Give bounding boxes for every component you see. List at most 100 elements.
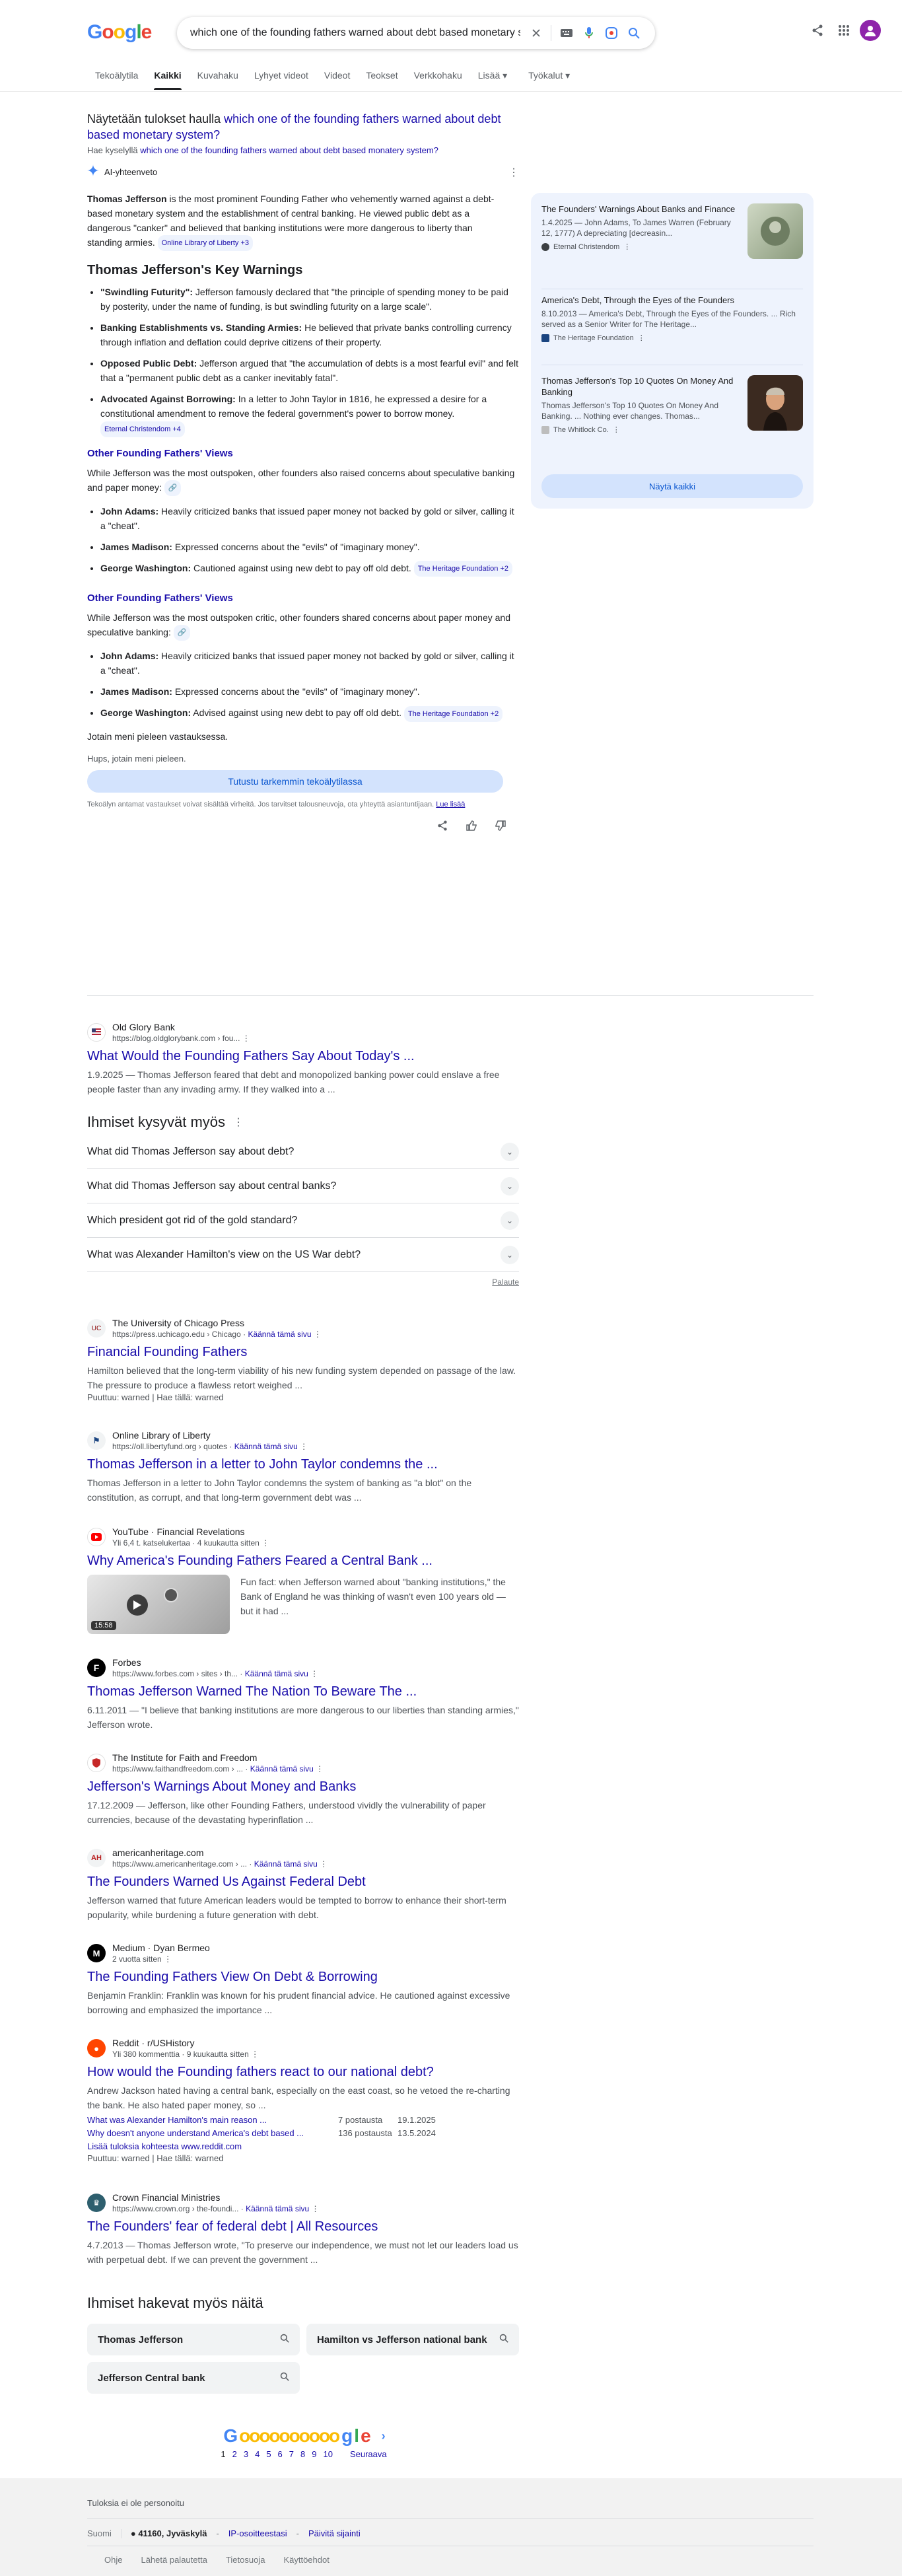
- video-thumbnail[interactable]: 15:58: [87, 1575, 230, 1634]
- ip-address-link[interactable]: IP-osoitteestasi: [228, 2528, 287, 2538]
- result-title[interactable]: How would the Founding fathers react to …: [87, 2063, 519, 2081]
- page-number[interactable]: 9: [312, 2449, 316, 2459]
- sub-result-row[interactable]: Why doesn't anyone understand America's …: [87, 2127, 519, 2140]
- result-site[interactable]: Old Glory Bank https://blog.oldglorybank.…: [87, 1021, 519, 1044]
- result-title[interactable]: Why America's Founding Fathers Feared a …: [87, 1552, 519, 1569]
- more-icon[interactable]: ⋮: [316, 1764, 324, 1773]
- result-site[interactable]: AH americanheritage.com https://www.ameri…: [87, 1847, 519, 1869]
- result-title[interactable]: The Founders' fear of federal debt | All…: [87, 2218, 519, 2235]
- send-feedback-link[interactable]: Lähetä palautetta: [141, 2555, 207, 2565]
- source-card[interactable]: The Founders' Warnings About Banks and F…: [541, 203, 803, 285]
- show-all-button[interactable]: Näytä kaikki: [541, 474, 803, 498]
- result-title[interactable]: The Founding Fathers View On Debt & Borr…: [87, 1968, 519, 1986]
- result-site[interactable]: ♛ Crown Financial Ministries https://www.…: [87, 2192, 519, 2214]
- tab-more[interactable]: Lisää ▾: [470, 66, 515, 90]
- more-icon[interactable]: ⋮: [638, 334, 645, 342]
- keyboard-icon[interactable]: [559, 25, 574, 41]
- play-icon[interactable]: [127, 1594, 148, 1616]
- translate-link[interactable]: Käännä tämä sivu: [246, 2204, 309, 2213]
- more-icon[interactable]: ⋮: [314, 1330, 322, 1339]
- tab-all[interactable]: Kaikki: [146, 66, 189, 90]
- source-card[interactable]: Thomas Jefferson's Top 10 Quotes On Mone…: [541, 375, 803, 454]
- sub-result-link[interactable]: What was Alexander Hamilton's main reaso…: [87, 2114, 338, 2127]
- tab-images[interactable]: Kuvahaku: [190, 66, 246, 90]
- paa-question[interactable]: What did Thomas Jefferson say about debt…: [87, 1135, 519, 1169]
- translate-link[interactable]: Käännä tämä sivu: [250, 1764, 314, 1773]
- result-site[interactable]: The Institute for Faith and Freedom https…: [87, 1752, 519, 1774]
- translate-link[interactable]: Käännä tämä sivu: [248, 1330, 311, 1339]
- update-location-link[interactable]: Päivitä sijainti: [308, 2528, 361, 2538]
- page-number[interactable]: 6: [278, 2449, 283, 2459]
- page-number[interactable]: 10: [323, 2449, 332, 2459]
- related-search-chip[interactable]: Hamilton vs Jefferson national bank: [306, 2324, 519, 2355]
- result-title[interactable]: What Would the Founding Fathers Say Abou…: [87, 1048, 519, 1065]
- more-icon[interactable]: ⋮: [613, 425, 620, 434]
- more-icon[interactable]: ⋮: [320, 1859, 328, 1869]
- share-icon[interactable]: [810, 22, 825, 38]
- tab-tools[interactable]: Työkalut ▾: [520, 66, 578, 90]
- result-site[interactable]: ● Reddit · r/USHistory Yli 380 kommenttia…: [87, 2037, 519, 2059]
- tab-ai-mode[interactable]: Tekoälytila: [87, 66, 146, 90]
- more-icon[interactable]: ⋮: [251, 2050, 259, 2059]
- paa-question[interactable]: What was Alexander Hamilton's view on th…: [87, 1238, 519, 1272]
- share-icon[interactable]: [437, 820, 448, 834]
- source-chip[interactable]: The Heritage Foundation +2: [413, 561, 512, 577]
- more-icon[interactable]: ⋮: [261, 1538, 269, 1548]
- link-icon[interactable]: 🔗: [164, 480, 182, 496]
- avatar[interactable]: [860, 20, 881, 41]
- more-icon[interactable]: ⋮: [300, 1442, 308, 1451]
- thumbs-up-icon[interactable]: [466, 820, 477, 834]
- search-input[interactable]: [190, 25, 520, 41]
- paa-question[interactable]: Which president got rid of the gold stan…: [87, 1203, 519, 1238]
- translate-link[interactable]: Käännä tämä sivu: [234, 1442, 298, 1451]
- privacy-link[interactable]: Tietosuoja: [226, 2555, 265, 2565]
- search-box[interactable]: [177, 17, 655, 49]
- search-icon[interactable]: [626, 25, 642, 41]
- page-number[interactable]: 3: [244, 2449, 248, 2459]
- source-card[interactable]: America's Debt, Through the Eyes of the …: [541, 295, 803, 361]
- more-results-link[interactable]: Lisää tuloksia kohteesta www.reddit.com: [87, 2141, 242, 2151]
- source-chip[interactable]: The Heritage Foundation +2: [403, 705, 503, 722]
- page-number[interactable]: 7: [289, 2449, 294, 2459]
- missing-terms[interactable]: Puuttuu: warned | Hae tällä: warned: [87, 1392, 519, 1402]
- tab-short-videos[interactable]: Lyhyet videot: [246, 66, 316, 90]
- translate-link[interactable]: Käännä tämä sivu: [245, 1669, 308, 1678]
- source-chip[interactable]: Online Library of Liberty +3: [157, 235, 253, 252]
- sub-result-link[interactable]: Why doesn't anyone understand America's …: [87, 2127, 338, 2140]
- learn-more-link[interactable]: Lue lisää: [436, 801, 465, 808]
- more-options-icon[interactable]: ⋮: [233, 1116, 244, 1129]
- more-icon[interactable]: ⋮: [310, 1669, 318, 1678]
- result-title[interactable]: Jefferson's Warnings About Money and Ban…: [87, 1778, 519, 1795]
- translate-link[interactable]: Käännä tämä sivu: [254, 1859, 318, 1869]
- more-icon[interactable]: ⋮: [623, 242, 631, 251]
- sub-result-row[interactable]: What was Alexander Hamilton's main reaso…: [87, 2114, 519, 2127]
- help-link[interactable]: Ohje: [104, 2555, 122, 2565]
- original-query-link[interactable]: which one of the founding fathers warned…: [140, 145, 438, 155]
- source-chip[interactable]: Eternal Christendom +4: [100, 421, 185, 437]
- thumbs-down-icon[interactable]: [495, 820, 506, 834]
- result-site[interactable]: M Medium · Dyan Bermeo 2 vuotta sitten ⋮: [87, 1942, 519, 1964]
- more-icon[interactable]: ⋮: [164, 1954, 172, 1964]
- page-number[interactable]: 5: [266, 2449, 271, 2459]
- result-title[interactable]: The Founders Warned Us Against Federal D…: [87, 1873, 519, 1890]
- related-search-chip[interactable]: Jefferson Central bank: [87, 2362, 300, 2394]
- result-site[interactable]: ⚑ Online Library of Liberty https://oll.l…: [87, 1429, 519, 1452]
- link-icon[interactable]: 🔗: [173, 625, 191, 641]
- result-title[interactable]: Thomas Jefferson in a letter to John Tay…: [87, 1456, 519, 1473]
- tab-books[interactable]: Teokset: [358, 66, 405, 90]
- terms-link[interactable]: Käyttöehdot: [283, 2555, 329, 2565]
- result-site[interactable]: F Forbes https://www.forbes.com › sites ›…: [87, 1657, 519, 1679]
- more-icon[interactable]: ⋮: [242, 1034, 250, 1043]
- more-icon[interactable]: ⋮: [312, 2204, 320, 2213]
- paa-question[interactable]: What did Thomas Jefferson say about cent…: [87, 1169, 519, 1203]
- result-title[interactable]: Financial Founding Fathers: [87, 1343, 519, 1361]
- result-title[interactable]: Thomas Jefferson Warned The Nation To Be…: [87, 1683, 519, 1700]
- more-options-icon[interactable]: ⋮: [508, 166, 519, 179]
- tab-videos[interactable]: Videot: [316, 66, 358, 90]
- result-site[interactable]: UC The University of Chicago Press https:…: [87, 1317, 519, 1340]
- tab-web[interactable]: Verkkohaku: [406, 66, 470, 90]
- lens-icon[interactable]: [604, 25, 619, 41]
- next-page-link[interactable]: Seuraava: [350, 2449, 387, 2459]
- apps-grid-icon[interactable]: [836, 22, 852, 38]
- page-number[interactable]: 4: [255, 2449, 260, 2459]
